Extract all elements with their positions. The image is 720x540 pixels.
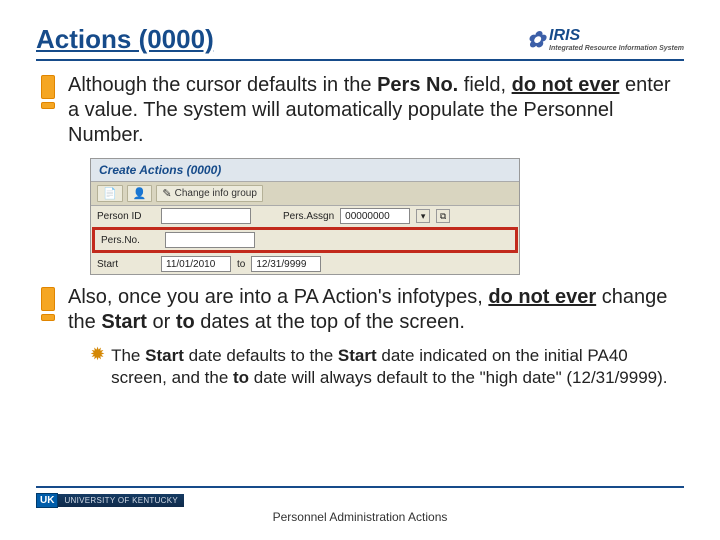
- input-person-id[interactable]: [161, 208, 251, 224]
- row-dates: Start 11/01/2010 to 12/31/9999: [91, 254, 519, 274]
- iris-logo: ✿ IRIS Integrated Resource Information S…: [527, 27, 684, 53]
- exclamation-icon: [36, 75, 60, 109]
- sub-bullet-text: The Start date defaults to the Start dat…: [111, 345, 684, 389]
- toolbar-button-1[interactable]: 📄: [97, 185, 123, 202]
- org-icon[interactable]: ⧉: [436, 209, 450, 223]
- footer-caption: Personnel Administration Actions: [36, 510, 684, 524]
- page-title: Actions (0000): [36, 24, 214, 55]
- sap-form: Person ID Pers.Assgn 00000000 ▾ ⧉ Pers.N…: [91, 206, 519, 274]
- person-icon: 👤: [133, 187, 147, 200]
- input-start-date[interactable]: 11/01/2010: [161, 256, 231, 272]
- slide-header: Actions (0000) ✿ IRIS Integrated Resourc…: [36, 24, 684, 61]
- label-to: to: [237, 259, 245, 270]
- input-pers-no[interactable]: [165, 232, 255, 248]
- iris-flower-icon: ✿: [527, 27, 545, 53]
- sap-window-title: Create Actions (0000): [91, 159, 519, 182]
- warning-1-text: Although the cursor defaults in the Pers…: [68, 73, 684, 148]
- input-to-date[interactable]: 12/31/9999: [251, 256, 321, 272]
- pencil-icon: ✎: [162, 187, 171, 200]
- sub-bullet: ✹ The Start date defaults to the Start d…: [90, 345, 684, 389]
- uk-logo-mark: UK: [36, 493, 58, 508]
- warning-paragraph-1: Although the cursor defaults in the Pers…: [36, 73, 684, 148]
- row-person-id: Person ID Pers.Assgn 00000000 ▾ ⧉: [91, 206, 519, 226]
- iris-tagline: Integrated Resource Information System: [549, 45, 684, 52]
- input-pers-assgn[interactable]: 00000000: [340, 208, 410, 224]
- warning-2-text: Also, once you are into a PA Action's in…: [68, 285, 684, 335]
- row-pers-no: Pers.No.: [95, 230, 515, 250]
- sap-screenshot: Create Actions (0000) 📄 👤 ✎Change info g…: [90, 158, 520, 275]
- label-person-id: Person ID: [97, 211, 155, 222]
- star-icon: ✹: [90, 345, 105, 363]
- toolbar-button-2[interactable]: 👤: [127, 185, 153, 202]
- label-start: Start: [97, 259, 155, 270]
- matchcode-icon[interactable]: ▾: [416, 209, 430, 223]
- sap-toolbar: 📄 👤 ✎Change info group: [91, 182, 519, 206]
- pers-no-highlight: Pers.No.: [92, 227, 518, 253]
- slide-footer: UK UNIVERSITY OF KENTUCKY Personnel Admi…: [36, 486, 684, 525]
- iris-logo-text: IRIS: [549, 27, 580, 44]
- uk-logo-text: UNIVERSITY OF KENTUCKY: [58, 494, 184, 507]
- warning-paragraph-2: Also, once you are into a PA Action's in…: [36, 285, 684, 335]
- exclamation-icon: [36, 287, 60, 321]
- document-icon: 📄: [103, 187, 117, 200]
- label-pers-no: Pers.No.: [101, 235, 159, 246]
- label-pers-assgn: Pers.Assgn: [283, 211, 334, 222]
- uk-logo: UK UNIVERSITY OF KENTUCKY: [36, 492, 184, 508]
- change-info-group-button[interactable]: ✎Change info group: [156, 185, 263, 202]
